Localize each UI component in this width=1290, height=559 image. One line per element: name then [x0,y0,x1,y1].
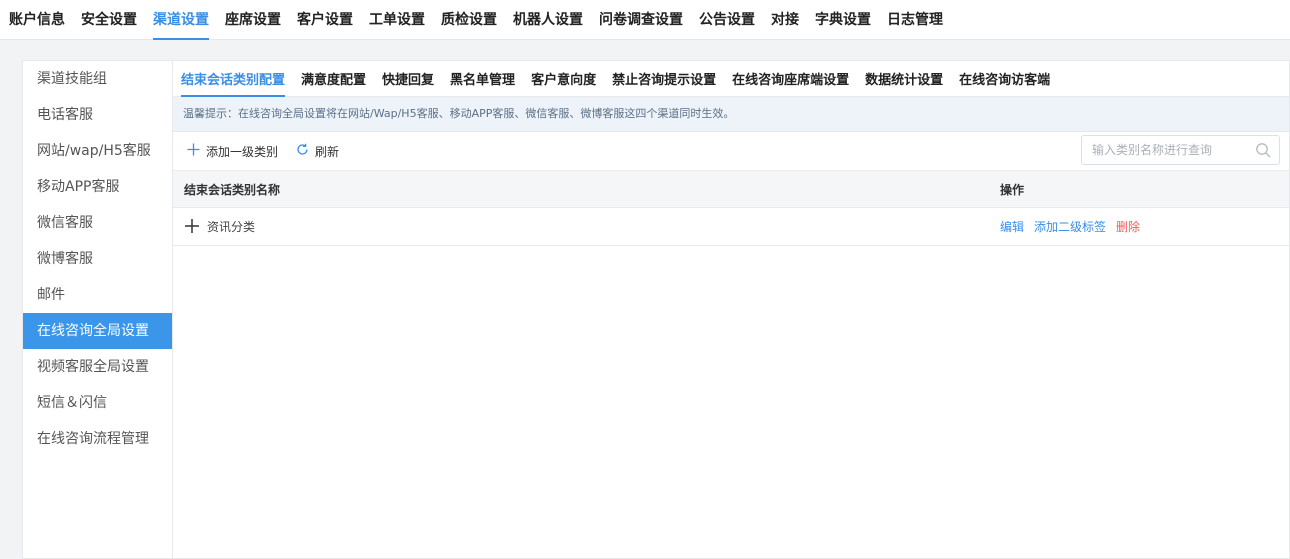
add-category-button[interactable]: 添加一级类别 [187,143,278,160]
top-nav-robot[interactable]: 机器人设置 [513,0,583,40]
top-nav-ticket[interactable]: 工单设置 [369,0,425,40]
refresh-icon [296,143,309,159]
expand-plus-icon[interactable] [185,216,199,238]
column-header-actions: 操作 [1000,182,1025,197]
sub-tabs: 结束会话类别配置 满意度配置 快捷回复 黑名单管理 客户意向度 禁止咨询提示设置… [173,61,1289,97]
category-name: 资讯分类 [207,220,256,234]
top-nav-account-info[interactable]: 账户信息 [9,0,65,40]
top-nav-qa[interactable]: 质检设置 [441,0,497,40]
sidebar-item-sms[interactable]: 短信＆闪信 [23,385,172,421]
top-nav-dictionary[interactable]: 字典设置 [815,0,871,40]
top-nav-log[interactable]: 日志管理 [887,0,943,40]
top-nav-security[interactable]: 安全设置 [81,0,137,40]
toolbar: 添加一级类别 刷新 [173,132,1289,170]
search-icon[interactable] [1255,142,1271,158]
tab-customer-intent[interactable]: 客户意向度 [531,61,596,97]
top-nav: 账户信息 安全设置 渠道设置 座席设置 客户设置 工单设置 质检设置 机器人设置… [0,0,1290,40]
top-nav-integration[interactable]: 对接 [771,0,799,40]
category-name-cell: 资讯分类 [173,216,1000,238]
main-panel: 结束会话类别配置 满意度配置 快捷回复 黑名单管理 客户意向度 禁止咨询提示设置… [172,60,1290,559]
top-nav-seat[interactable]: 座席设置 [225,0,281,40]
tab-end-session-category[interactable]: 结束会话类别配置 [181,61,286,97]
sidebar-item-video-global[interactable]: 视频客服全局设置 [23,349,172,385]
top-nav-survey[interactable]: 问卷调查设置 [599,0,683,40]
add-sub-tag-link[interactable]: 添加二级标签 [1034,218,1106,235]
top-nav-list: 账户信息 安全设置 渠道设置 座席设置 客户设置 工单设置 质检设置 机器人设置… [0,0,1290,40]
sidebar-item-web[interactable]: 网站/wap/H5客服 [23,133,172,169]
sidebar-item-skill-group[interactable]: 渠道技能组 [23,61,172,97]
refresh-button[interactable]: 刷新 [296,143,339,160]
sidebar-item-weibo[interactable]: 微博客服 [23,241,172,277]
table-header: 结束会话类别名称 操作 [173,170,1289,208]
sidebar-item-phone[interactable]: 电话客服 [23,97,172,133]
sidebar-item-online-flow[interactable]: 在线咨询流程管理 [23,421,172,457]
top-nav-channel[interactable]: 渠道设置 [153,0,209,40]
sidebar-item-online-global[interactable]: 在线咨询全局设置 [23,313,172,349]
tab-satisfaction[interactable]: 满意度配置 [301,61,366,97]
notice-banner: 温馨提示：在线咨询全局设置将在网站/Wap/H5客服、移动APP客服、微信客服、… [173,97,1289,132]
tab-blacklist[interactable]: 黑名单管理 [450,61,515,97]
top-nav-announcement[interactable]: 公告设置 [699,0,755,40]
actions-cell: 编辑 添加二级标签 删除 [1000,218,1150,235]
search-box [1081,135,1280,165]
tab-agent-settings[interactable]: 在线咨询座席端设置 [732,61,849,97]
tab-visitor-settings[interactable]: 在线咨询访客端 [959,61,1050,97]
refresh-label: 刷新 [315,144,340,159]
tab-statistics[interactable]: 数据统计设置 [865,61,943,97]
sidebar-item-app[interactable]: 移动APP客服 [23,169,172,205]
add-category-label: 添加一级类别 [206,144,279,159]
column-header-name: 结束会话类别名称 [184,182,281,197]
search-input[interactable] [1082,136,1259,164]
tab-ban-consult-tip[interactable]: 禁止咨询提示设置 [612,61,716,97]
sidebar-item-email[interactable]: 邮件 [23,277,172,313]
tab-quick-reply[interactable]: 快捷回复 [382,61,434,97]
edit-link[interactable]: 编辑 [1000,218,1024,235]
plus-icon [187,143,200,159]
table-row: 资讯分类 编辑 添加二级标签 删除 [173,208,1289,246]
sidebar-item-wechat[interactable]: 微信客服 [23,205,172,241]
top-nav-customer[interactable]: 客户设置 [297,0,353,40]
delete-link[interactable]: 删除 [1116,218,1140,235]
sidebar: 渠道技能组 电话客服 网站/wap/H5客服 移动APP客服 微信客服 微博客服… [22,60,172,559]
